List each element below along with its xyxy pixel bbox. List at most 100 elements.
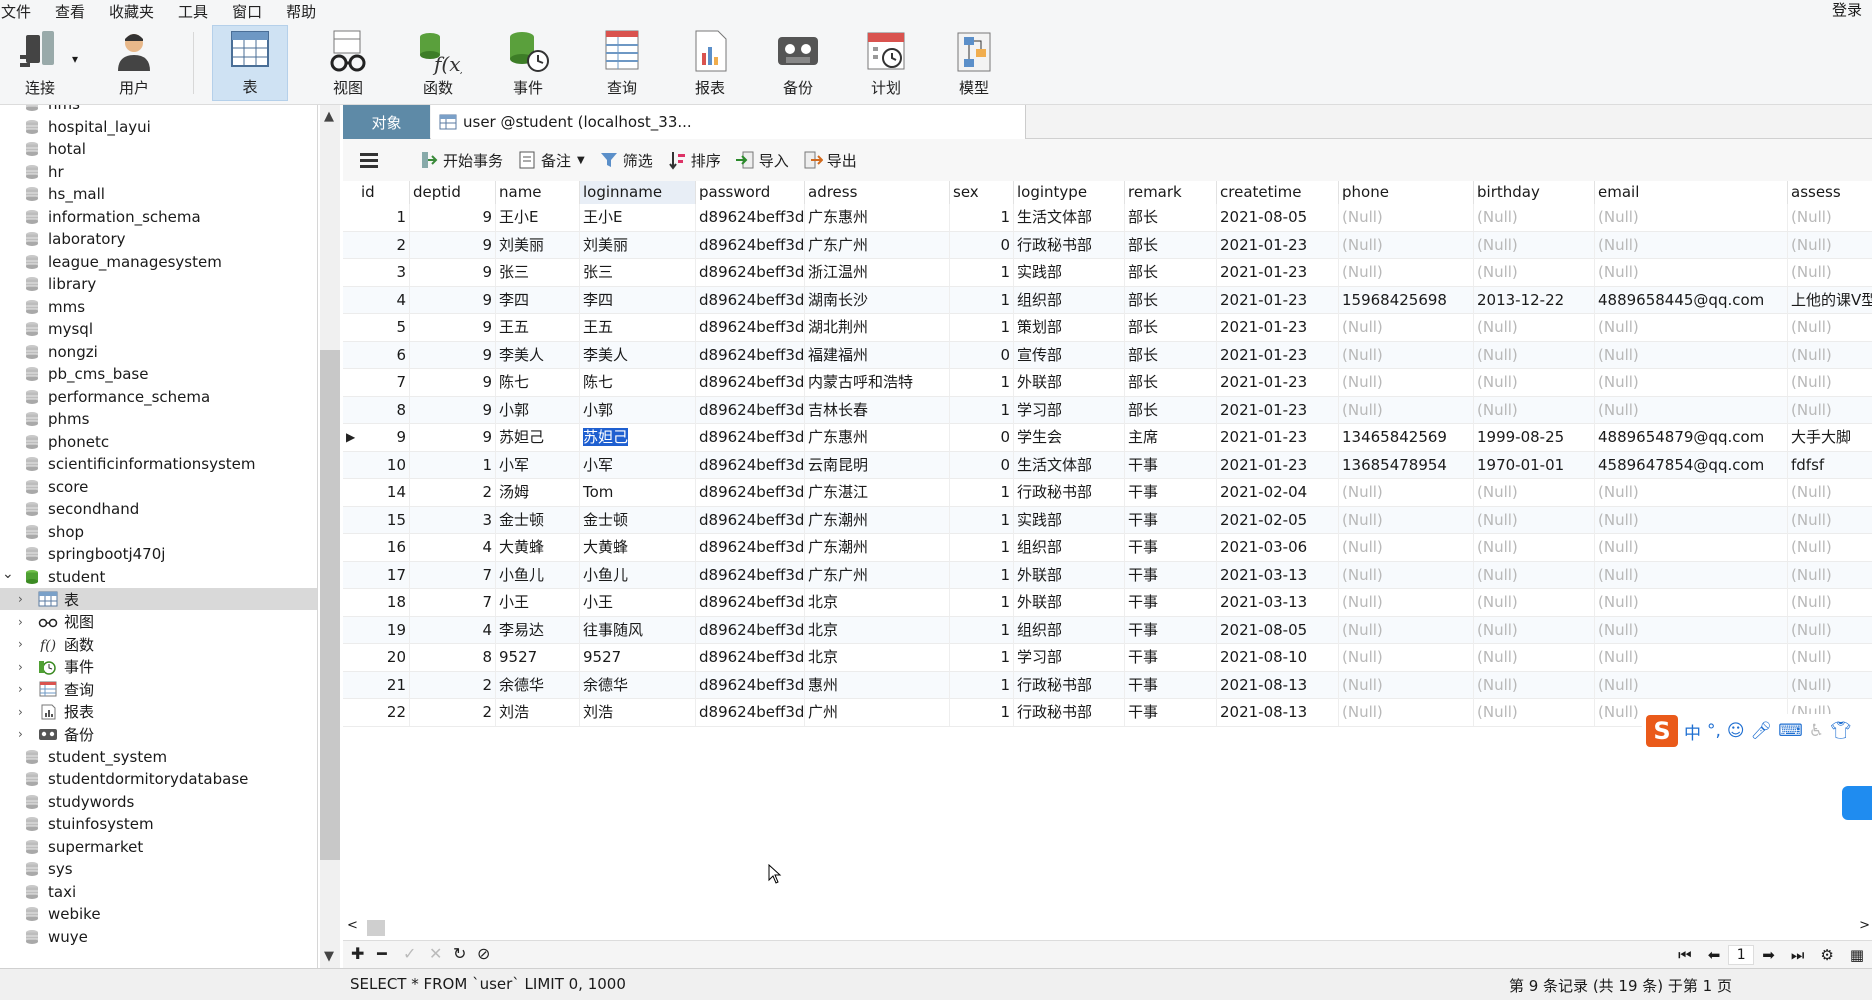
tree-database-item[interactable]: laboratory <box>0 228 317 250</box>
tab-objects[interactable]: 对象 <box>343 105 430 139</box>
table-cell[interactable]: (Null) <box>1595 259 1788 286</box>
table-cell[interactable]: 小鱼儿 <box>496 561 580 589</box>
ime-logo[interactable]: S <box>1646 715 1678 747</box>
table-cell[interactable]: 21 <box>358 671 410 699</box>
table-cell[interactable]: 1 <box>950 534 1014 561</box>
table-cell[interactable]: 2021-03-13 <box>1217 561 1339 589</box>
tree-database-item[interactable]: hms <box>0 105 317 115</box>
table-cell[interactable]: (Null) <box>1788 232 1872 259</box>
tree-database-item[interactable]: nongzi <box>0 341 317 363</box>
table-cell[interactable]: (Null) <box>1788 479 1872 506</box>
table-row[interactable]: 17 7 小鱼儿 小鱼儿 d89624beff3d5 广东广州 1 外联部 干事 2021-03-… <box>343 561 1872 589</box>
table-row[interactable]: 4 9 李四 李四 d89624beff3d5 湖南长沙 1 组织部 部长 2021-01-23 1… <box>343 286 1872 314</box>
table-cell[interactable]: (Null) <box>1595 479 1788 506</box>
table-cell[interactable]: 李易达 <box>496 616 580 644</box>
table-cell[interactable]: 张三 <box>496 259 580 286</box>
scroll-left-icon[interactable]: < <box>347 918 358 933</box>
toolbar-function-button[interactable]: f(x) 函数 <box>400 25 476 101</box>
table-cell[interactable]: 1 <box>950 589 1014 616</box>
table-row[interactable]: 6 9 李美人 李美人 d89624beff3d5 福建福州 0 宣传部 部长 2021-01-2… <box>343 341 1872 369</box>
table-cell[interactable]: (Null) <box>1339 506 1474 534</box>
table-cell[interactable]: 实践部 <box>1014 506 1125 534</box>
table-cell[interactable]: 9 <box>410 424 496 451</box>
table-cell[interactable]: (Null) <box>1474 204 1595 231</box>
table-cell[interactable]: 干事 <box>1125 451 1217 479</box>
table-cell[interactable]: 1 <box>950 286 1014 314</box>
tree-database-item[interactable]: sys <box>0 858 317 880</box>
toolbar-user-button[interactable]: 用户 <box>96 25 172 101</box>
table-cell[interactable]: (Null) <box>1474 534 1595 561</box>
scroll-up-icon[interactable]: ▲ <box>324 109 334 124</box>
table-cell[interactable]: 干事 <box>1125 479 1217 506</box>
ime-mode-toggle[interactable]: 中 <box>1684 719 1701 744</box>
table-row[interactable]: 18 7 小王 小王 d89624beff3d5 北京 1 外联部 干事 2021-03-13 (N… <box>343 589 1872 617</box>
table-cell[interactable]: 行政秘书部 <box>1014 671 1125 699</box>
tree-database-item[interactable]: studentdormitorydatabase <box>0 768 317 790</box>
table-cell[interactable]: 部长 <box>1125 341 1217 369</box>
login-link[interactable]: 登录 <box>1832 0 1862 20</box>
menu-item[interactable]: 查看 <box>44 1 98 22</box>
table-cell[interactable]: 行政秘书部 <box>1014 231 1125 259</box>
table-row[interactable]: 5 9 王五 王五 d89624beff3d5 湖北荆州 1 策划部 部长 2021-01-23 (… <box>343 314 1872 342</box>
table-cell[interactable]: 16 <box>358 534 410 561</box>
table-cell[interactable]: (Null) <box>1474 479 1595 506</box>
table-cell[interactable]: 1 <box>950 204 1014 231</box>
table-cell[interactable]: 9 <box>410 341 496 369</box>
table-cell[interactable]: 22 <box>358 699 410 726</box>
tree-database-item[interactable]: library <box>0 273 317 295</box>
table-cell[interactable]: 1999-08-25 <box>1474 424 1595 451</box>
table-cell[interactable]: 2021-01-23 <box>1217 424 1339 451</box>
table-cell[interactable]: (Null) <box>1595 671 1788 699</box>
tree-database-item[interactable]: secondhand <box>0 498 317 520</box>
table-cell[interactable]: 干事 <box>1125 644 1217 671</box>
table-cell[interactable]: 1 <box>950 369 1014 396</box>
table-cell[interactable]: 福建福州 <box>805 341 950 369</box>
table-cell[interactable]: 1 <box>950 396 1014 424</box>
table-cell[interactable]: 策划部 <box>1014 314 1125 341</box>
table-cell[interactable]: 2021-01-23 <box>1217 341 1339 369</box>
table-cell[interactable]: d89624beff3d5 <box>696 534 805 561</box>
table-cell[interactable]: 部长 <box>1125 314 1217 341</box>
table-cell[interactable]: 9 <box>410 396 496 424</box>
table-cell[interactable]: 余德华 <box>496 671 580 699</box>
table-cell[interactable]: 宣传部 <box>1014 341 1125 369</box>
toolbar-event-button[interactable]: 事件 <box>490 25 566 101</box>
table-cell[interactable]: 湖北荆州 <box>805 314 950 341</box>
table-cell[interactable]: (Null) <box>1339 204 1474 231</box>
table-cell[interactable]: (Null) <box>1788 644 1872 671</box>
table-cell[interactable]: 2021-01-23 <box>1217 231 1339 259</box>
table-cell[interactable]: 0 <box>950 341 1014 369</box>
table-cell[interactable]: 王五 <box>580 314 696 341</box>
table-cell[interactable]: 13685478954 <box>1339 451 1474 479</box>
skin-icon[interactable]: 👕︎ <box>1830 721 1852 741</box>
table-cell[interactable]: 4 <box>410 616 496 644</box>
tree-database-item[interactable]: hospital_layui <box>0 116 317 138</box>
table-cell[interactable]: 小军 <box>496 451 580 479</box>
table-cell[interactable]: 7 <box>358 369 410 396</box>
table-cell[interactable]: 王五 <box>496 314 580 341</box>
table-cell[interactable]: (Null) <box>1788 534 1872 561</box>
table-cell[interactable]: 行政秘书部 <box>1014 699 1125 726</box>
table-cell[interactable]: 7 <box>410 589 496 616</box>
table-cell[interactable]: 刘美丽 <box>580 231 696 259</box>
table-cell[interactable]: d89624beff3d5 <box>696 644 805 671</box>
keyboard-icon[interactable]: ⌨ <box>1778 721 1803 741</box>
column-header-phone[interactable]: phone <box>1339 181 1474 204</box>
tree-database-item[interactable]: phonetc <box>0 431 317 453</box>
column-header-birthday[interactable]: birthday <box>1474 181 1595 204</box>
chevron-right-icon[interactable]: › <box>18 637 28 651</box>
table-cell[interactable]: (Null) <box>1474 644 1595 671</box>
table-cell[interactable]: 干事 <box>1125 534 1217 561</box>
tree-database-item[interactable]: hr <box>0 161 317 183</box>
table-cell[interactable]: 小王 <box>580 589 696 616</box>
table-cell[interactable]: 广东广州 <box>805 231 950 259</box>
table-cell[interactable]: d89624beff3d5 <box>696 479 805 506</box>
table-cell[interactable]: d89624beff3d5 <box>696 396 805 424</box>
table-row[interactable]: 3 9 张三 张三 d89624beff3d5 浙江温州 1 实践部 部长 2021-01-23 (… <box>343 259 1872 287</box>
table-cell[interactable]: 4889654879@qq.com <box>1595 424 1788 451</box>
table-cell[interactable]: 15968425698 <box>1339 286 1474 314</box>
table-cell[interactable]: (Null) <box>1474 589 1595 616</box>
table-cell[interactable]: 外联部 <box>1014 589 1125 616</box>
table-cell[interactable]: (Null) <box>1339 396 1474 424</box>
table-cell[interactable]: (Null) <box>1474 616 1595 644</box>
